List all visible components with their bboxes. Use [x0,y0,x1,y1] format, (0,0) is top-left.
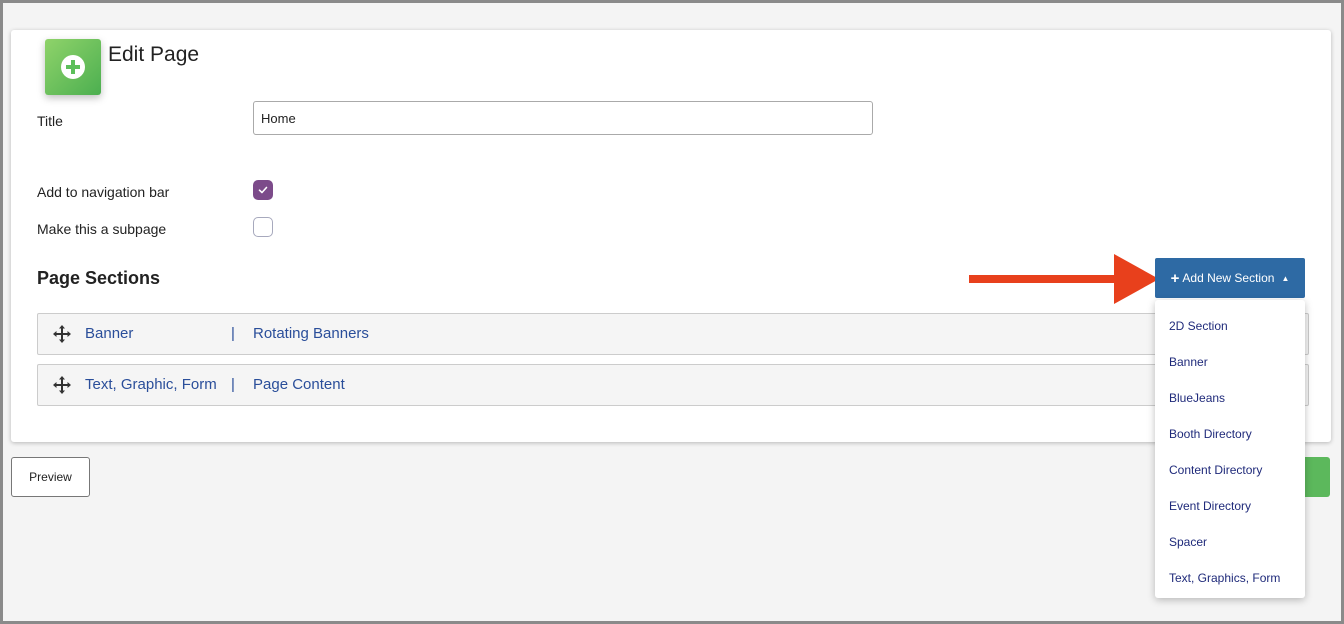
dropdown-item-2d-section[interactable]: 2D Section [1169,319,1228,333]
add-new-section-label: Add New Section [1182,271,1275,285]
add-new-section-button[interactable]: + Add New Section ▲ [1155,258,1305,298]
nav-bar-label: Add to navigation bar [37,184,170,200]
add-to-nav-checkbox[interactable] [253,180,273,200]
subpage-checkbox[interactable] [253,217,273,237]
section-name-link[interactable]: Rotating Banners [253,325,369,342]
add-circle-icon [45,39,101,95]
dropdown-item-text-graphics-form[interactable]: Text, Graphics, Form [1169,571,1280,585]
dropdown-item-bluejeans[interactable]: BlueJeans [1169,391,1225,405]
section-type-link[interactable]: Text, Graphic, Form [85,376,217,393]
section-name-link[interactable]: Page Content [253,376,345,393]
dropdown-item-event-directory[interactable]: Event Directory [1169,499,1251,513]
plus-icon: + [1170,269,1180,287]
dropdown-item-banner[interactable]: Banner [1169,355,1208,369]
caret-up-icon: ▲ [1281,273,1290,283]
section-row[interactable]: Text, Graphic, Form | Page Content [37,364,1309,406]
preview-button[interactable]: Preview [11,457,90,497]
page-title: Edit Page [108,43,200,66]
checkmark-icon [258,186,268,194]
section-type-link[interactable]: Banner [85,325,133,342]
title-input[interactable] [253,101,873,135]
section-separator: | [231,376,235,393]
dropdown-item-booth-directory[interactable]: Booth Directory [1169,427,1252,441]
dropdown-item-spacer[interactable]: Spacer [1169,535,1207,549]
move-icon[interactable] [52,324,72,344]
section-separator: | [231,325,235,342]
page-sections-heading: Page Sections [37,268,161,288]
move-icon[interactable] [52,375,72,395]
title-label: Title [37,113,63,129]
section-row[interactable]: Banner | Rotating Banners [37,313,1309,355]
dropdown-item-content-directory[interactable]: Content Directory [1169,463,1262,477]
add-section-dropdown: 2D Section Banner BlueJeans Booth Direct… [1155,300,1305,598]
annotation-arrow-icon [969,254,1159,304]
subpage-label: Make this a subpage [37,221,167,237]
